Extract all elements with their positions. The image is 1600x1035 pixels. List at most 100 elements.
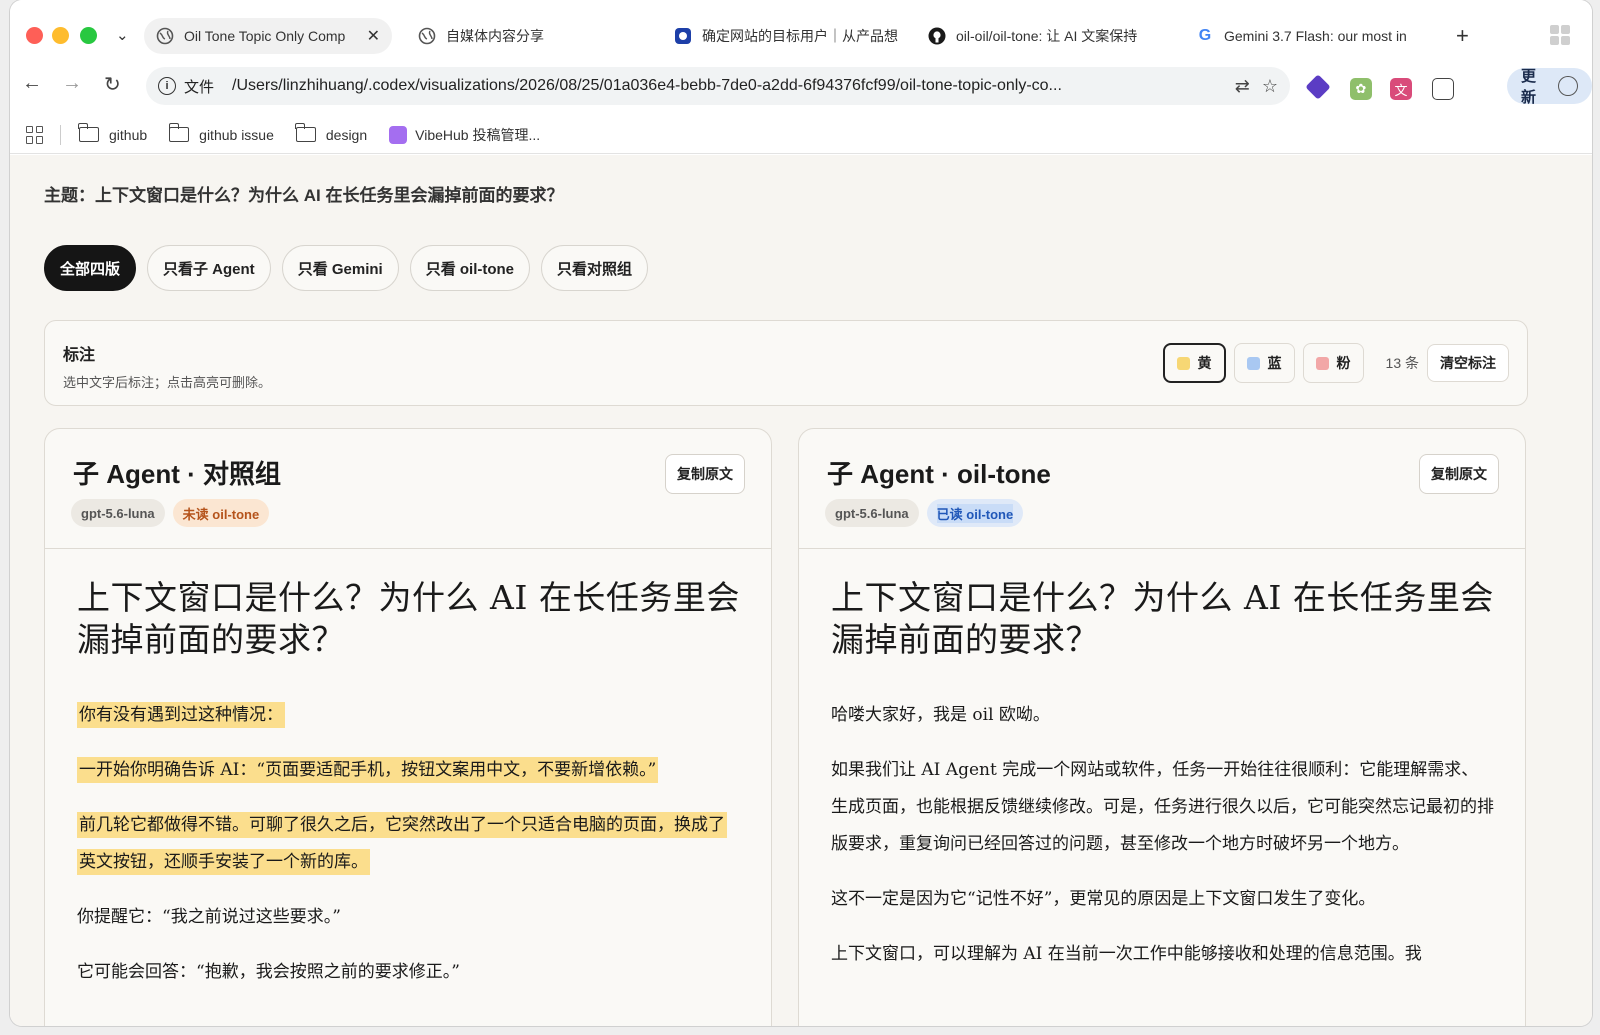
color-label: 黄 xyxy=(1197,355,1212,371)
tab-search-chevron-icon[interactable]: ⌄ xyxy=(116,26,129,44)
copy-original-button[interactable]: 复制原文 xyxy=(665,454,745,494)
bookmark-label: github issue xyxy=(199,126,274,143)
status-badge: 已读 oil-tone xyxy=(926,499,1024,527)
pink-swatch-icon xyxy=(1315,356,1329,370)
highlight-yellow[interactable]: 一开始你明确告诉 AI：“页面要适配手机，按钮文案用中文，不要新增依赖。” xyxy=(77,757,659,783)
scheme-label: 文件 xyxy=(184,78,215,96)
panel-body: 上下文窗口是什么？为什么 AI 在长任务里会漏掉前面的要求？ 哈喽大家好，我是 … xyxy=(831,577,1495,991)
tab-media-share[interactable]: 自媒体内容分享 xyxy=(418,18,638,54)
panel-title: 子 Agent · oil-tone xyxy=(827,459,1051,489)
bookmark-vibehub[interactable]: VibeHub 投稿管理... xyxy=(389,125,540,145)
highlight-yellow-button[interactable]: 黄 xyxy=(1162,343,1226,383)
filter-gemini[interactable]: 只看 Gemini xyxy=(281,245,399,291)
tab-github-oil-tone[interactable]: oil-oil/oil-tone: 让 AI 文案保持 xyxy=(928,18,1168,54)
panel-header: 子 Agent · oil-tone 复制原文 gpt-5.6-luna 已读 … xyxy=(799,429,1525,549)
tab-strip: ⌄ Oil Tone Topic Only Comp ✕ 自媒体内容分享 确定网… xyxy=(10,0,1592,56)
bookmark-star-icon[interactable]: ☆ xyxy=(1262,76,1278,97)
bookmarks-bar: github github issue design VibeHub 投稿管理.… xyxy=(10,116,1592,154)
tab-title: Gemini 3.7 Flash: our most in xyxy=(1224,28,1407,44)
status-badge-label: 已读 oil-tone xyxy=(936,503,1014,523)
address-bar[interactable]: i 文件 /Users/linzhihuang/.codex/visualiza… xyxy=(146,67,1290,105)
filter-control-group[interactable]: 只看对照组 xyxy=(541,245,649,291)
bookmark-label: design xyxy=(325,126,368,143)
clear-annotations-button[interactable]: 清空标注 xyxy=(1427,344,1509,382)
google-icon: G xyxy=(1198,27,1212,44)
tab-target-users[interactable]: 确定网站的目标用户｜从产品想 xyxy=(674,18,910,54)
translate-icon[interactable]: ⇄ xyxy=(1235,76,1250,97)
reload-icon[interactable]: ↻ xyxy=(104,72,121,97)
panel-title: 子 Agent · 对照组 xyxy=(73,459,281,489)
paragraph[interactable]: 如果我们让 AI Agent 完成一个网站或软件，任务一开始往往很顺利：它能理解… xyxy=(831,752,1495,863)
folder-icon xyxy=(168,123,190,142)
color-label: 蓝 xyxy=(1267,355,1282,371)
panel-control-group: 子 Agent · 对照组 复制原文 gpt-5.6-luna 未读 oil-t… xyxy=(44,428,772,1026)
bookmarks-divider xyxy=(60,124,61,145)
update-label: 更新 xyxy=(1521,68,1537,106)
extension-diamond-icon[interactable] xyxy=(1305,74,1331,100)
new-tab-plus-icon[interactable]: + xyxy=(1456,23,1469,49)
highlight-pink-button[interactable]: 粉 xyxy=(1302,343,1364,383)
close-tab-icon[interactable]: ✕ xyxy=(367,26,380,46)
annotation-count: 13 条 xyxy=(1385,355,1419,371)
bookmark-label: github xyxy=(109,126,148,143)
bookmark-design[interactable]: design xyxy=(295,123,368,143)
tab-title: oil-oil/oil-tone: 让 AI 文案保持 xyxy=(956,28,1138,44)
site-info-icon[interactable]: i xyxy=(158,77,176,95)
filter-all-versions[interactable]: 全部四版 xyxy=(44,245,137,291)
highlight-yellow[interactable]: 前几轮它都做得不错。可聊了很久之后，它突然改出了一个只适合电脑的页面，换成了英文… xyxy=(77,812,727,875)
document-title: 上下文窗口是什么？为什么 AI 在长任务里会漏掉前面的要求？ xyxy=(831,578,1494,659)
minimize-window-button[interactable] xyxy=(52,27,69,44)
annotation-hint: 选中文字后标注；点击高亮可删除。 xyxy=(63,375,272,390)
highlight-blue-button[interactable]: 蓝 xyxy=(1233,343,1295,383)
extensions-puzzle-icon[interactable] xyxy=(1432,78,1454,100)
document-title: 上下文窗口是什么？为什么 AI 在长任务里会漏掉前面的要求？ xyxy=(77,578,740,659)
tab-overview-icon[interactable] xyxy=(1550,25,1570,45)
bookmark-label: VibeHub 投稿管理... xyxy=(415,126,541,143)
paragraph[interactable]: 你提醒它：“我之前说过这些要求。” xyxy=(77,899,741,936)
bookmark-github[interactable]: github xyxy=(78,123,148,143)
vibehub-icon xyxy=(389,125,408,144)
apps-grid-icon[interactable] xyxy=(26,125,44,144)
bookmark-github-issue[interactable]: github issue xyxy=(168,123,274,143)
model-tag: gpt-5.6-luna xyxy=(825,499,919,527)
tab-oil-tone-compare[interactable]: Oil Tone Topic Only Comp ✕ xyxy=(144,18,392,54)
extension-translate-icon[interactable]: 文 xyxy=(1390,78,1412,100)
panel-header: 子 Agent · 对照组 复制原文 gpt-5.6-luna 未读 oil-t… xyxy=(45,429,771,549)
globe-icon xyxy=(156,27,174,45)
page-topic: 主题：上下文窗口是什么？为什么 AI 在长任务里会漏掉前面的要求？ xyxy=(44,186,564,205)
annotation-controls: 黄 蓝 粉 13 条 清空标注 xyxy=(1155,343,1509,383)
annotation-bar: 标注 选中文字后标注；点击高亮可删除。 黄 蓝 粉 13 条 清空标注 xyxy=(44,320,1528,406)
paragraph[interactable]: 你有没有遇到过这种情况： xyxy=(77,697,741,734)
tab-title: 自媒体内容分享 xyxy=(446,28,544,44)
url-text[interactable]: /Users/linzhihuang/.codex/visualizations… xyxy=(232,77,1223,95)
blue-swatch-icon xyxy=(1246,356,1260,370)
highlight-yellow[interactable]: 你有没有遇到过这种情况： xyxy=(77,702,285,728)
filter-oil-tone[interactable]: 只看 oil-tone xyxy=(409,245,531,291)
panel-body: 上下文窗口是什么？为什么 AI 在长任务里会漏掉前面的要求？ 你有没有遇到过这种… xyxy=(77,577,741,1009)
paragraph[interactable]: 这不一定是因为它“记性不好”，更常见的原因是上下文窗口发生了变化。 xyxy=(831,881,1495,918)
paragraph[interactable]: 它可能会回答：“抱歉，我会按照之前的要求修正。” xyxy=(77,954,741,991)
tab-gemini[interactable]: G Gemini 3.7 Flash: our most in xyxy=(1196,18,1446,54)
paragraph[interactable]: 前几轮它都做得不错。可聊了很久之后，它突然改出了一个只适合电脑的页面，换成了英文… xyxy=(77,807,741,881)
forward-arrow-icon[interactable]: → xyxy=(62,72,82,95)
yellow-swatch-icon xyxy=(1176,356,1190,370)
browser-toolbar: ← → ↻ i 文件 /Users/linzhihuang/.codex/vis… xyxy=(10,58,1592,114)
app-icon xyxy=(674,27,692,45)
profile-avatar-icon[interactable] xyxy=(1558,76,1578,96)
panel-tags: gpt-5.6-luna 未读 oil-tone xyxy=(71,499,277,527)
extension-leaf-icon[interactable]: ✿ xyxy=(1350,78,1372,100)
tab-title: Oil Tone Topic Only Comp xyxy=(184,28,346,44)
paragraph[interactable]: 一开始你明确告诉 AI：“页面要适配手机，按钮文案用中文，不要新增依赖。” xyxy=(77,752,741,789)
paragraph[interactable]: 上下文窗口，可以理解为 AI 在当前一次工作中能够接收和处理的信息范围。我 xyxy=(831,936,1495,973)
status-badge: 未读 oil-tone xyxy=(172,499,270,527)
back-arrow-icon[interactable]: ← xyxy=(22,72,42,95)
update-button[interactable]: 更新 xyxy=(1507,68,1592,106)
model-tag: gpt-5.6-luna xyxy=(71,499,165,527)
maximize-window-button[interactable] xyxy=(80,27,97,44)
filter-sub-agent[interactable]: 只看子 Agent xyxy=(147,245,271,291)
folder-icon xyxy=(295,123,316,142)
paragraph[interactable]: 哈喽大家好，我是 oil 欧呦。 xyxy=(831,697,1495,734)
close-window-button[interactable] xyxy=(26,27,43,44)
copy-original-button[interactable]: 复制原文 xyxy=(1419,454,1499,494)
page-content: 主题：上下文窗口是什么？为什么 AI 在长任务里会漏掉前面的要求？ 全部四版 只… xyxy=(10,155,1592,1026)
